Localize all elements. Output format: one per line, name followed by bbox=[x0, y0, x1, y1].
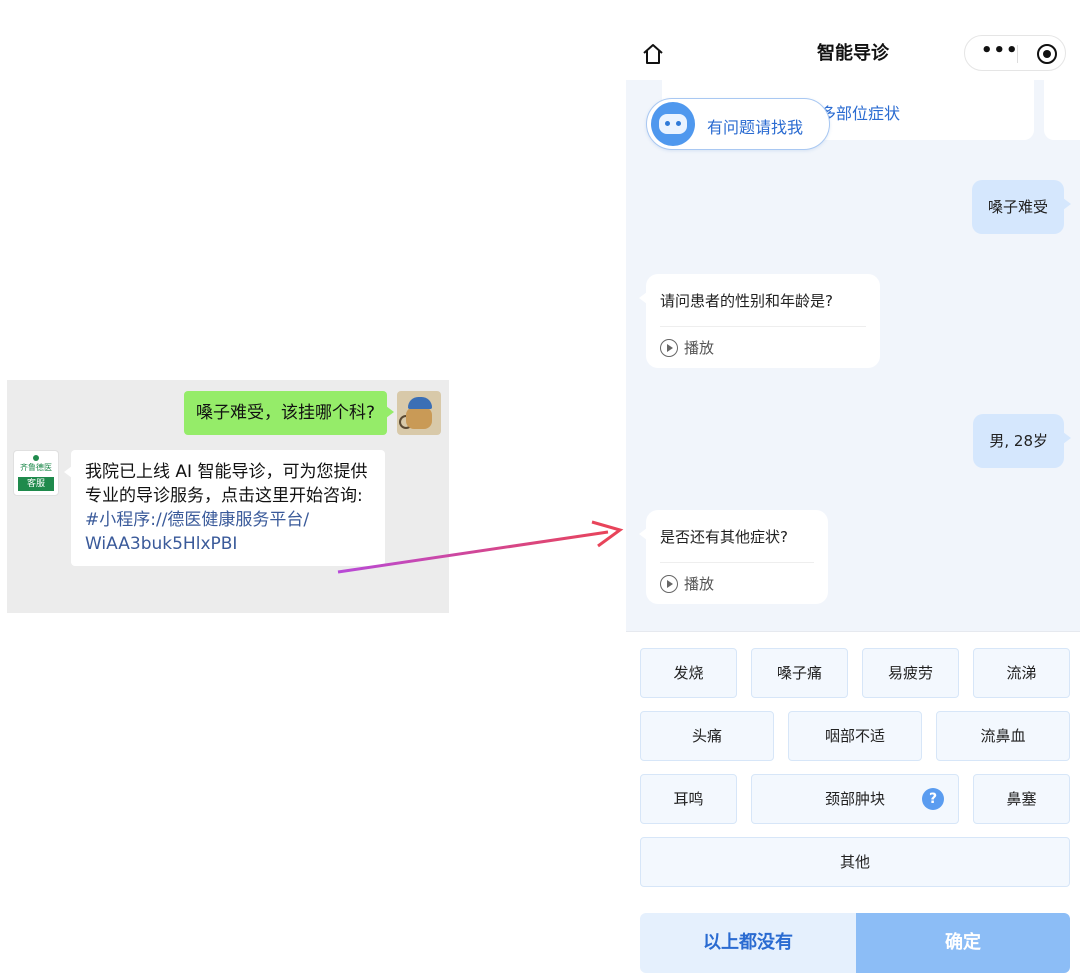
capsule-menu: ••• bbox=[964, 35, 1066, 71]
top-card-text: 多部位症状 bbox=[820, 104, 901, 123]
miniprogram-screen: 智能导诊 ••• 多部位症状 有问题请找我 嗓子难受 请问患者的性别和年龄是? … bbox=[626, 28, 1080, 980]
helper-label: 有问题请找我 bbox=[707, 118, 804, 137]
symptom-option[interactable]: 颈部肿块 ? bbox=[751, 774, 959, 824]
question-text: 请问患者的性别和年龄是? bbox=[660, 288, 866, 327]
helper-button[interactable]: 有问题请找我 bbox=[646, 98, 830, 150]
chat-area: 多部位症状 有问题请找我 嗓子难受 请问患者的性别和年龄是? 播放 男, 28岁… bbox=[626, 80, 1080, 631]
symptom-option[interactable]: 流鼻血 bbox=[936, 711, 1070, 761]
canvas: 嗓子难受，该挂哪个科? 齐鲁德医 客服 我院已上线 AI 智能导诊，可为您提供专… bbox=[0, 0, 1080, 980]
nav-bar: 智能导诊 ••• bbox=[626, 28, 1080, 80]
chat-message-right: 男, 28岁 bbox=[973, 414, 1071, 468]
none-of-above-button[interactable]: 以上都没有 bbox=[640, 913, 856, 973]
chat-message-right: 嗓子难受 bbox=[971, 180, 1072, 234]
play-label: 播放 bbox=[684, 575, 715, 593]
play-icon bbox=[660, 574, 678, 593]
play-label: 播放 bbox=[684, 339, 715, 357]
arrow-icon bbox=[337, 520, 624, 574]
symptom-option[interactable]: 其他 bbox=[640, 837, 1070, 887]
user-avatar[interactable] bbox=[397, 391, 441, 435]
symptom-option[interactable]: 发烧 bbox=[640, 648, 737, 698]
symptom-option[interactable]: 易疲劳 bbox=[862, 648, 959, 698]
symptom-option[interactable]: 流涕 bbox=[973, 648, 1070, 698]
symptom-option-label: 颈部肿块 bbox=[824, 790, 885, 808]
help-icon[interactable]: ? bbox=[922, 788, 944, 810]
symptom-option[interactable]: 咽部不适 bbox=[788, 711, 922, 761]
play-button[interactable]: 播放 bbox=[660, 337, 866, 358]
symptom-options-panel: 发烧 嗓子痛 易疲劳 流涕 头痛 咽部不适 流鼻血 耳鸣 颈部肿块 ? 鼻塞 其… bbox=[626, 631, 1080, 980]
more-dots-icon[interactable]: ••• bbox=[981, 40, 1019, 61]
user-message-bubble: 嗓子难受，该挂哪个科? bbox=[183, 391, 395, 435]
service-tag: 客服 bbox=[18, 477, 54, 491]
chat-message-left: 请问患者的性别和年龄是? 播放 bbox=[639, 274, 880, 368]
miniprogram-link-line1[interactable]: #小程序://德医健康服务平台/ bbox=[85, 508, 371, 532]
symptom-option[interactable]: 头痛 bbox=[640, 711, 774, 761]
confirm-button[interactable]: 确定 bbox=[856, 913, 1070, 973]
symptom-option[interactable]: 耳鸣 bbox=[640, 774, 737, 824]
robot-icon bbox=[651, 102, 695, 146]
service-message-text: 我院已上线 AI 智能导诊，可为您提供专业的导诊服务，点击这里开始咨询: bbox=[85, 462, 368, 506]
play-button[interactable]: 播放 bbox=[660, 573, 814, 594]
top-card-partial[interactable] bbox=[1044, 80, 1080, 140]
target-icon[interactable] bbox=[1037, 44, 1057, 64]
symptom-option[interactable]: 嗓子痛 bbox=[751, 648, 848, 698]
hospital-logo-icon bbox=[33, 455, 39, 461]
symptom-option[interactable]: 鼻塞 bbox=[973, 774, 1070, 824]
miniprogram-link-line2[interactable]: WiAA3buk5HlxPBI bbox=[85, 532, 371, 556]
service-avatar[interactable]: 齐鲁德医 客服 bbox=[13, 450, 59, 496]
question-text: 是否还有其他症状? bbox=[660, 524, 814, 563]
chat-message-left: 是否还有其他症状? 播放 bbox=[639, 510, 828, 604]
user-message-row: 嗓子难受，该挂哪个科? bbox=[183, 391, 441, 435]
play-icon bbox=[660, 338, 678, 357]
hospital-name: 齐鲁德医 bbox=[20, 463, 52, 472]
